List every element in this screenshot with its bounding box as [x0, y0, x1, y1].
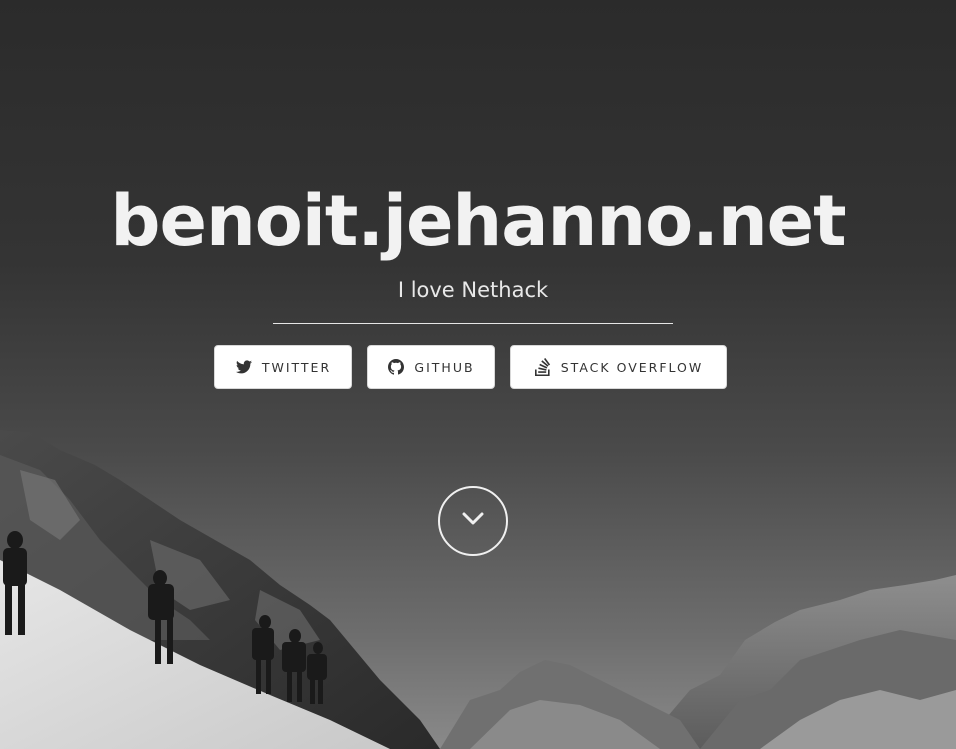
scroll-down-button[interactable]: [438, 486, 508, 556]
hero-section: benoit.jehanno.net I love Nethack TWITTE…: [0, 0, 956, 749]
chevron-down-icon: [462, 512, 484, 531]
site-title: benoit.jehanno.net: [110, 180, 846, 262]
stack-overflow-icon: [534, 358, 552, 376]
github-label: GITHUB: [414, 359, 475, 375]
stack-overflow-label: STACK OVERFLOW: [560, 359, 704, 375]
twitter-icon: [235, 358, 253, 376]
twitter-label: TWITTER: [261, 359, 332, 375]
github-button[interactable]: GITHUB: [367, 345, 495, 389]
title-divider: [273, 323, 673, 324]
site-tagline: I love Nethack: [397, 278, 549, 302]
social-links: TWITTER GITHUB STACK OVERFLOW: [0, 345, 956, 391]
twitter-button[interactable]: TWITTER: [214, 345, 352, 389]
github-icon: [387, 358, 405, 376]
stack-overflow-button[interactable]: STACK OVERFLOW: [510, 345, 727, 389]
